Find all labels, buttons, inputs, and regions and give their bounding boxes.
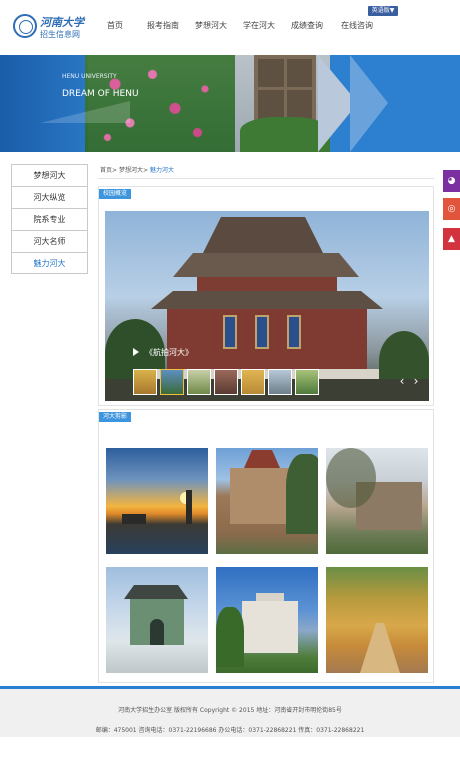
site-header: 河南大学 招生信息网 英语版▼ 首页 报考指南 梦想河大 学在河大 成绩查询 在…	[0, 0, 460, 55]
video-caption[interactable]: 《航拍河大》	[133, 347, 193, 361]
thumbnail-strip	[133, 369, 323, 397]
gallery-photo-hall[interactable]	[216, 448, 318, 554]
gallery-photo-sunset[interactable]	[106, 448, 208, 554]
sidebar-menu: 梦想河大 河大纵览 院系专业 河大名师 魅力河大	[11, 164, 88, 274]
banner-tagline: HENU UNIVERSITY	[62, 73, 117, 80]
gallery-photo-library[interactable]	[216, 567, 318, 673]
building-roof	[173, 253, 359, 277]
campus-overview-panel: 校园概览 《航拍河大》 ‹ ›	[98, 186, 434, 406]
campus-gallery-panel: 河大剪影	[98, 409, 434, 683]
nav-item-dream[interactable]: 梦想河大	[195, 20, 227, 31]
nav-item-scores[interactable]: 成绩查询	[291, 20, 323, 31]
tree-shape	[286, 454, 318, 534]
thumbnail[interactable]	[295, 369, 319, 395]
footer-copyright: 河南大学招生办公室 版权所有 Copyright © 2015 地址：河南省开封…	[118, 707, 342, 714]
video-title: 《航拍河大》	[145, 348, 193, 357]
featured-video-image[interactable]: 《航拍河大》 ‹ ›	[105, 211, 429, 401]
breadcrumb-parent[interactable]: 梦想河大	[119, 167, 143, 174]
nav-item-home[interactable]: 首页	[107, 20, 123, 31]
breadcrumb-current: 魅力河大	[149, 167, 174, 174]
building-window	[223, 315, 237, 349]
tower-shape	[186, 490, 192, 524]
next-arrow-icon[interactable]: ›	[411, 373, 421, 389]
building-shape	[230, 468, 294, 524]
back-to-top-button[interactable]: ▲	[443, 228, 460, 250]
breadcrumb-divider	[98, 178, 434, 179]
thumbnail[interactable]	[268, 369, 292, 395]
banner-window-image	[254, 55, 316, 125]
building-roof	[151, 291, 383, 309]
thumbnail[interactable]	[187, 369, 211, 395]
building-shape	[242, 601, 298, 653]
gallery-photo-old-building[interactable]	[326, 448, 428, 554]
breadcrumb: 首页> 梦想河大> 魅力河大	[100, 165, 174, 174]
thumbnail[interactable]	[241, 369, 265, 395]
gallery-photo-gate-snow[interactable]	[106, 567, 208, 673]
thumbnail[interactable]	[160, 369, 184, 395]
sidebar-item-charm[interactable]: 魅力河大	[11, 252, 88, 274]
tree-shape	[326, 448, 376, 508]
main-nav: 首页 报考指南 梦想河大 学在河大 成绩查询 在线咨询	[95, 20, 395, 34]
nav-item-consult[interactable]: 在线咨询	[341, 20, 373, 31]
sidebar-item-teachers[interactable]: 河大名师	[11, 230, 88, 252]
section-tag-gallery: 河大剪影	[99, 412, 132, 422]
building-roof	[203, 217, 323, 253]
sidebar-item-dream[interactable]: 梦想河大	[11, 164, 88, 186]
building-window	[287, 315, 301, 349]
wechat-icon: ◕	[447, 176, 456, 186]
banner-chevron-shape	[350, 55, 388, 152]
back-to-top-icon: ▲	[448, 234, 455, 244]
banner-decor-line	[40, 101, 130, 123]
nav-item-guide[interactable]: 报考指南	[147, 20, 179, 31]
weibo-button[interactable]: ◎	[443, 198, 460, 220]
path-shape	[360, 623, 400, 673]
roof-shape	[244, 450, 280, 468]
weibo-icon: ◎	[447, 204, 456, 214]
breadcrumb-separator: >	[112, 167, 118, 174]
thumbnail[interactable]	[133, 369, 157, 395]
wechat-button[interactable]: ◕	[443, 170, 460, 192]
breadcrumb-home[interactable]: 首页	[100, 167, 112, 174]
pavilion-shape	[122, 514, 146, 524]
site-logo[interactable]: 河南大学 招生信息网	[13, 14, 105, 48]
banner-bush-image	[240, 117, 330, 152]
hero-banner: HENU UNIVERSITY DREAM OF HENU	[0, 55, 460, 152]
language-switch-button[interactable]: 英语版▼	[368, 6, 398, 16]
logo-subtitle: 招生信息网	[40, 30, 80, 39]
gallery-photo-autumn-path[interactable]	[326, 567, 428, 673]
building-window	[255, 315, 269, 349]
banner-slogan: DREAM OF HENU	[62, 89, 139, 99]
tree-shape	[216, 607, 244, 667]
sidebar-item-overview[interactable]: 河大纵览	[11, 186, 88, 208]
play-icon[interactable]	[133, 348, 139, 356]
university-seal-icon	[13, 14, 37, 38]
footer-contact: 邮编：475001 咨询电话：0371-22196686 办公电话：0371-2…	[95, 727, 365, 734]
site-footer: 河南大学招生办公室 版权所有 Copyright © 2015 地址：河南省开封…	[0, 689, 460, 737]
nav-item-study[interactable]: 学在河大	[243, 20, 275, 31]
arch-shape	[150, 619, 164, 645]
logo-name: 河南大学	[40, 16, 84, 29]
sidebar-item-departments[interactable]: 院系专业	[11, 208, 88, 230]
section-tag-overview: 校园概览	[99, 189, 132, 199]
roof-shape	[124, 585, 188, 599]
prev-arrow-icon[interactable]: ‹	[397, 373, 407, 389]
breadcrumb-separator: >	[142, 167, 149, 174]
thumbnail[interactable]	[214, 369, 238, 395]
